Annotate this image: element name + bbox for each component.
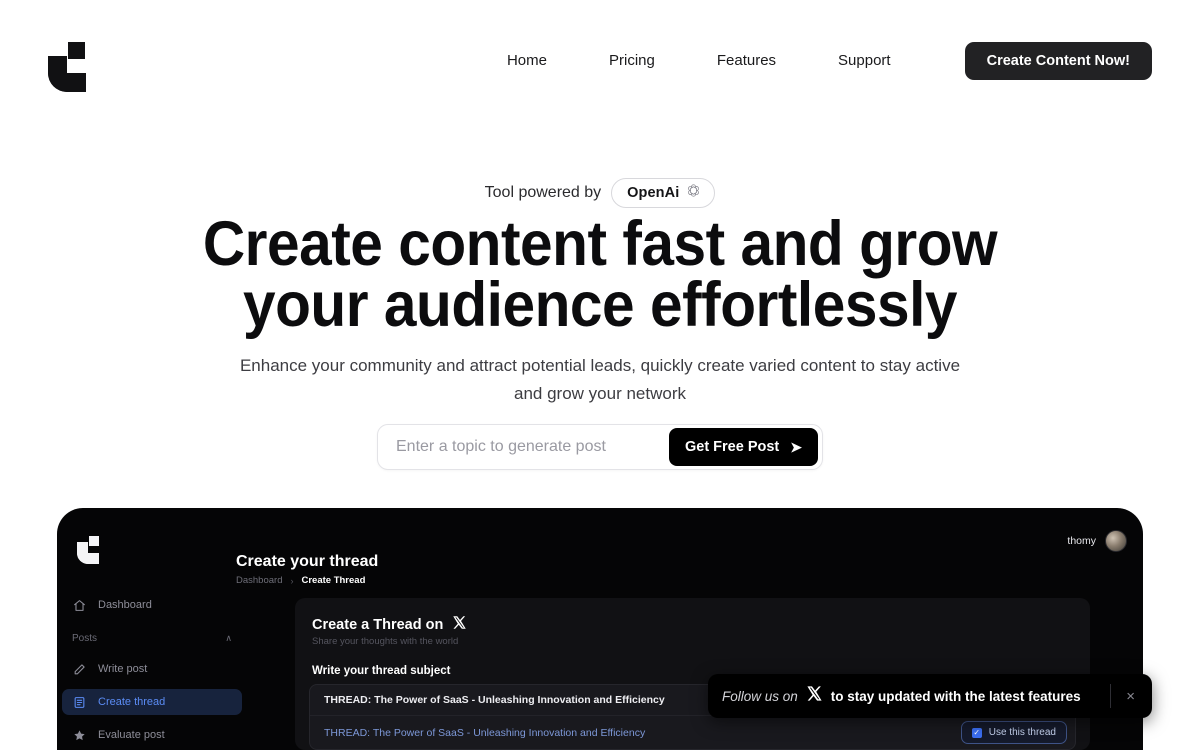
get-free-post-label: Get Free Post [684, 439, 780, 455]
user-menu[interactable]: thomy [1067, 530, 1127, 552]
home-icon [72, 598, 86, 612]
headline-line-2: your audience effortlessly [242, 270, 958, 340]
create-thread-card-title-text: Create a Thread on [312, 616, 444, 633]
brand-logo[interactable] [48, 30, 92, 92]
toast-main-text: to stay updated with the latest features [830, 688, 1081, 704]
thread-suggestion-row: THREAD: The Power of SaaS - Unleashing I… [310, 715, 1075, 749]
create-thread-card-subtitle: Share your thoughts with the world [312, 636, 459, 647]
create-content-now-button[interactable]: Create Content Now! [964, 42, 1152, 80]
thread-subject-label: Write your thread subject [312, 665, 451, 677]
nav-link-support[interactable]: Support [807, 43, 922, 79]
document-icon [72, 695, 86, 709]
toast-message: Follow us on to stay updated with the la… [722, 685, 1098, 707]
sidebar-item-evaluate-post[interactable]: Evaluate post [62, 722, 242, 748]
checkbox-checked-icon: ✓ [971, 727, 982, 738]
sidebar-item-dashboard-label: Dashboard [98, 599, 152, 611]
nav-link-pricing[interactable]: Pricing [578, 43, 686, 79]
get-free-post-button[interactable]: Get Free Post ➤ [668, 428, 818, 466]
search-input[interactable] [378, 438, 669, 456]
thread-suggestion-text[interactable]: THREAD: The Power of SaaS - Unleashing I… [324, 727, 645, 739]
username-label: thomy [1067, 535, 1096, 547]
sidebar-item-write-post-label: Write post [98, 663, 148, 675]
preview-brand-logo [77, 528, 103, 564]
follow-us-toast: Follow us on to stay updated with the la… [708, 674, 1152, 718]
use-this-thread-label: Use this thread [988, 727, 1056, 738]
openai-logo-icon [686, 183, 701, 203]
toast-lead-text: Follow us on [722, 688, 798, 704]
use-this-thread-button[interactable]: ✓ Use this thread [960, 721, 1067, 744]
site-header: Home Pricing Features Support Create Con… [0, 0, 1200, 120]
nav-link-features[interactable]: Features [686, 43, 807, 79]
arrow-right-icon: ➤ [790, 439, 802, 455]
toast-divider [1110, 684, 1112, 708]
sidebar-item-evaluate-post-label: Evaluate post [98, 729, 165, 741]
x-platform-icon[interactable] [806, 685, 823, 707]
star-icon [72, 728, 86, 742]
logo-curve-shape [48, 56, 86, 92]
main-navigation: Home Pricing Features Support Create Con… [476, 42, 1152, 80]
nav-link-home[interactable]: Home [476, 43, 578, 79]
sidebar-item-create-thread[interactable]: Create thread [62, 689, 242, 715]
topic-generator-bar: Get Free Post ➤ [377, 424, 823, 470]
sidebar-item-write-post[interactable]: Write post [62, 656, 242, 682]
breadcrumb-root[interactable]: Dashboard [236, 575, 282, 586]
preview-page-title: Create your thread [236, 553, 379, 570]
sidebar-section-posts[interactable]: Posts ∧ [62, 630, 242, 646]
breadcrumb: Dashboard › Create Thread [236, 575, 378, 586]
breadcrumb-current: Create Thread [301, 575, 366, 586]
avatar[interactable] [1105, 530, 1127, 552]
chevron-right-icon: › [290, 575, 294, 586]
sidebar-item-dashboard[interactable]: Dashboard [62, 592, 242, 618]
sidebar-item-create-thread-label: Create thread [98, 696, 166, 708]
hero-subheading: Enhance your community and attract poten… [239, 356, 961, 403]
preview-sidebar: Dashboard Posts ∧ Write post Create thre… [62, 592, 242, 750]
preview-header: Create your thread Dashboard › Create Th… [236, 553, 378, 586]
headline-line-1: Create content fast and grow [202, 209, 998, 279]
openai-badge-label: OpenAi [627, 185, 680, 201]
close-icon[interactable]: × [1123, 687, 1138, 706]
chevron-up-icon: ∧ [225, 632, 232, 643]
create-thread-card-title: Create a Thread on [312, 615, 467, 634]
landing-page: Home Pricing Features Support Create Con… [0, 0, 1200, 750]
preview-logo-square-dot [89, 536, 99, 546]
openai-badge[interactable]: OpenAi [611, 178, 716, 208]
logo-square-dot [68, 42, 85, 59]
sidebar-section-label: Posts [72, 632, 98, 644]
x-platform-icon [452, 615, 467, 634]
powered-by-label: Tool powered by [484, 184, 602, 201]
pencil-icon [72, 662, 86, 676]
powered-by-row: Tool powered by OpenAi [0, 178, 1200, 208]
page-title: Create content fast and grow your audien… [42, 213, 1158, 337]
